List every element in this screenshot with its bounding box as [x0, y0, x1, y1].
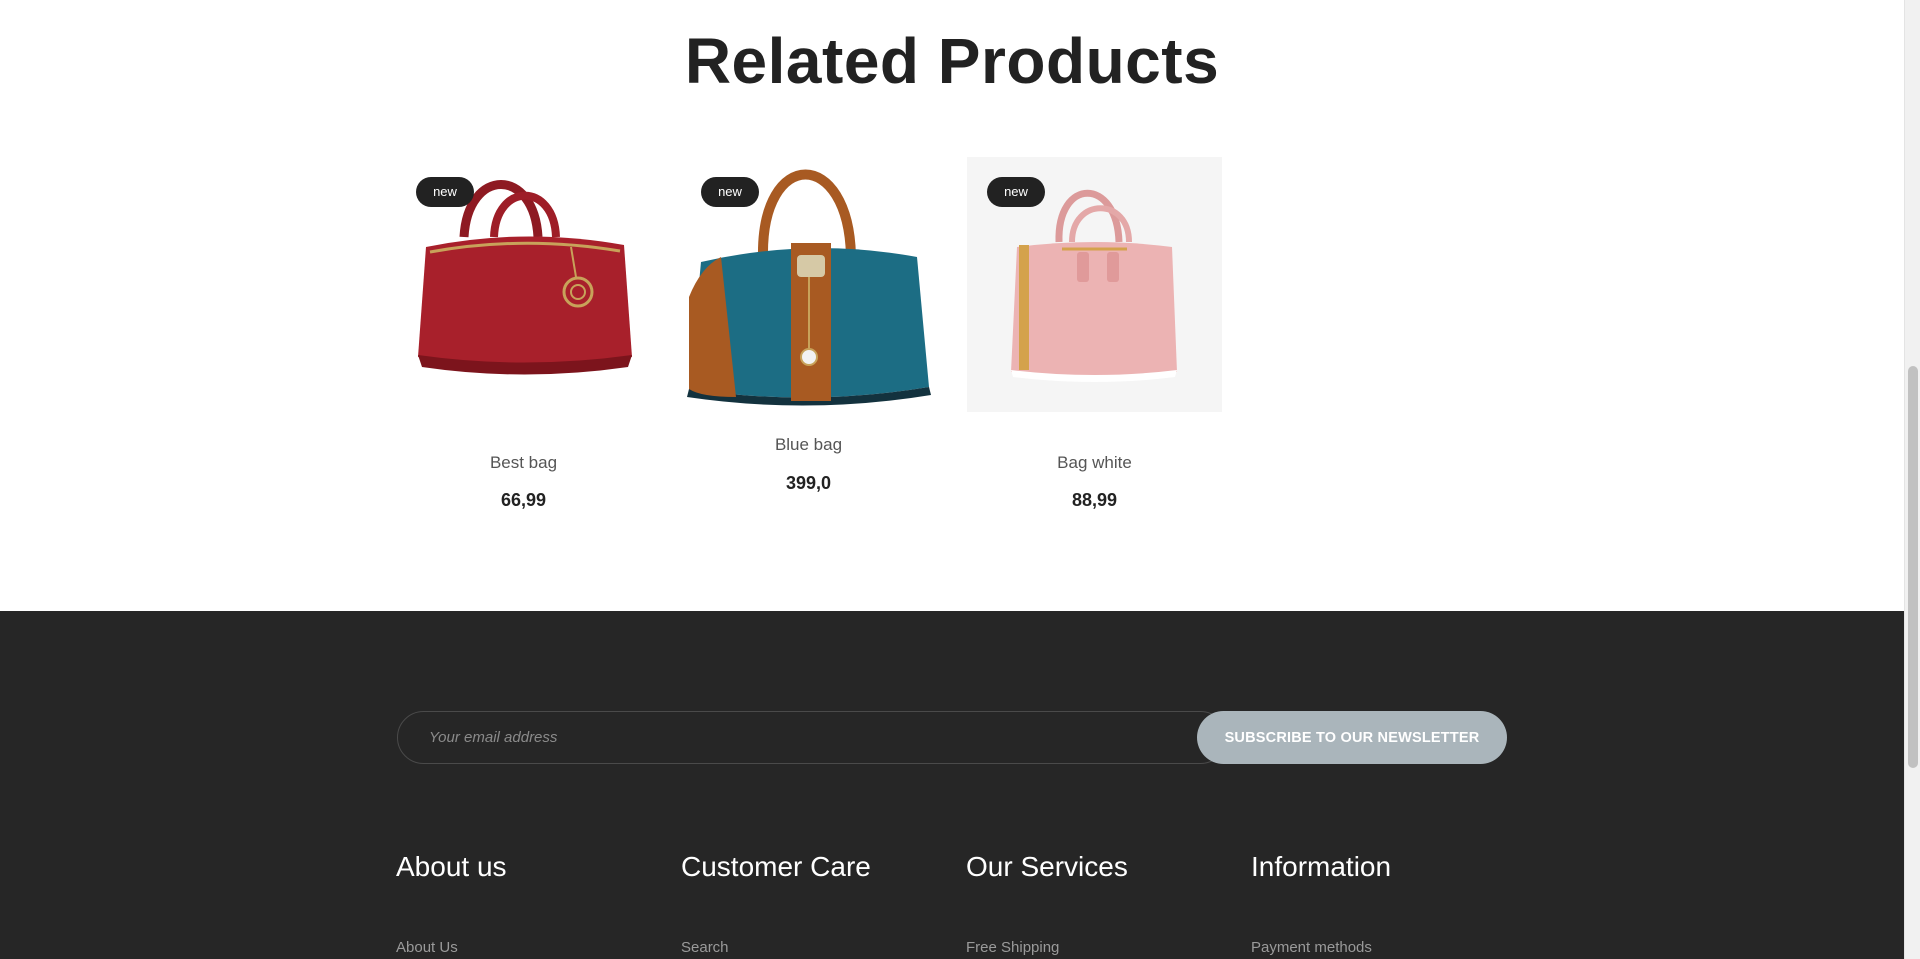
footer: SUBSCRIBE TO OUR NEWSLETTER About us Abo…: [0, 611, 1904, 959]
product-price: 88,99: [1071, 490, 1118, 510]
new-badge: new: [416, 177, 474, 207]
product-image[interactable]: new: [396, 157, 651, 412]
footer-link-about-us[interactable]: About Us: [396, 939, 458, 956]
new-badge: new: [987, 177, 1045, 207]
page: Related Products new Best bag 66,99 new …: [0, 0, 1904, 959]
footer-heading: About us: [396, 851, 507, 882]
product-price: 399,0: [785, 473, 832, 493]
newsletter-email-input[interactable]: [397, 711, 1227, 764]
scrollbar-thumb[interactable]: [1908, 366, 1918, 768]
footer-heading: Customer Care: [681, 851, 871, 882]
product-image[interactable]: new: [681, 157, 936, 412]
new-badge: new: [701, 177, 759, 207]
footer-column-about-us: About us About Us: [396, 851, 646, 956]
product-name[interactable]: Bag white: [967, 453, 1222, 473]
product-card-blue-bag[interactable]: new Blue bag 399,0: [681, 157, 936, 497]
footer-column-customer-care: Customer Care Search: [681, 851, 931, 956]
footer-column-information: Information Payment methods: [1251, 851, 1501, 956]
product-card-bag-white[interactable]: new Bag white 88,99: [967, 157, 1222, 517]
footer-link-search[interactable]: Search: [681, 939, 729, 956]
footer-column-our-services: Our Services Free Shipping: [966, 851, 1216, 956]
product-image[interactable]: new: [967, 157, 1222, 412]
subscribe-button[interactable]: SUBSCRIBE TO OUR NEWSLETTER: [1197, 711, 1507, 764]
footer-link-payment-methods[interactable]: Payment methods: [1251, 939, 1372, 956]
product-card-best-bag[interactable]: new Best bag 66,99: [396, 157, 651, 517]
footer-heading: Information: [1251, 851, 1392, 882]
related-products-section: Related Products new Best bag 66,99 new …: [0, 0, 1904, 611]
product-name[interactable]: Blue bag: [681, 435, 936, 455]
product-price: 66,99: [500, 490, 547, 510]
footer-heading: Our Services: [966, 851, 1128, 882]
vertical-scrollbar[interactable]: [1904, 0, 1920, 959]
related-products-title: Related Products: [684, 25, 1220, 97]
product-name[interactable]: Best bag: [396, 453, 651, 473]
footer-link-free-shipping[interactable]: Free Shipping: [966, 939, 1059, 956]
